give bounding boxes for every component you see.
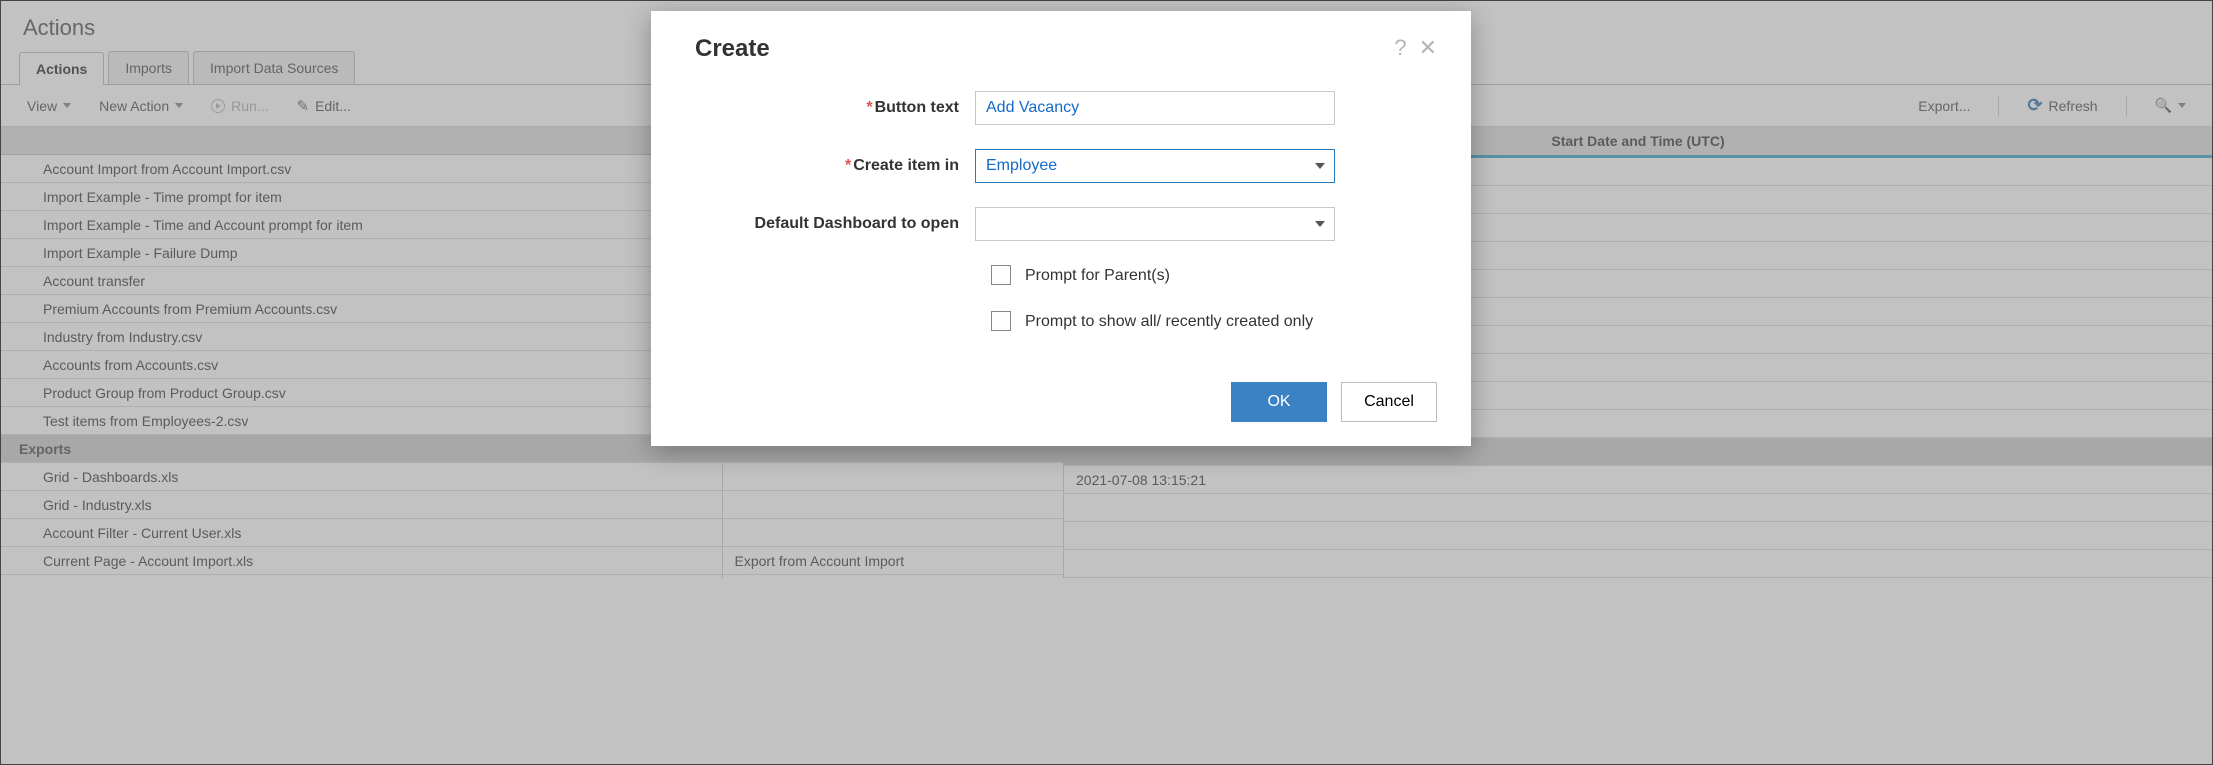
- default-dashboard-label: Default Dashboard to open: [695, 215, 975, 233]
- create-item-in-combo[interactable]: [975, 149, 1335, 183]
- create-dialog: Create ? ✕ *Button text *Create item in …: [651, 11, 1471, 446]
- prompt-parent-checkbox[interactable]: [991, 265, 1011, 285]
- default-dashboard-combo[interactable]: [975, 207, 1335, 241]
- prompt-recent-label: Prompt to show all/ recently created onl…: [1025, 311, 1313, 333]
- button-text-input[interactable]: [975, 91, 1335, 125]
- cancel-button[interactable]: Cancel: [1341, 382, 1437, 422]
- ok-button[interactable]: OK: [1231, 382, 1327, 422]
- dialog-title: Create: [695, 35, 770, 63]
- chevron-down-icon[interactable]: [1315, 221, 1325, 227]
- prompt-recent-checkbox[interactable]: [991, 311, 1011, 331]
- create-item-in-label: *Create item in: [695, 157, 975, 175]
- close-icon[interactable]: ✕: [1419, 35, 1437, 61]
- prompt-parent-label: Prompt for Parent(s): [1025, 265, 1170, 287]
- button-text-label: *Button text: [695, 99, 975, 117]
- help-icon[interactable]: ?: [1394, 35, 1406, 61]
- chevron-down-icon[interactable]: [1315, 163, 1325, 169]
